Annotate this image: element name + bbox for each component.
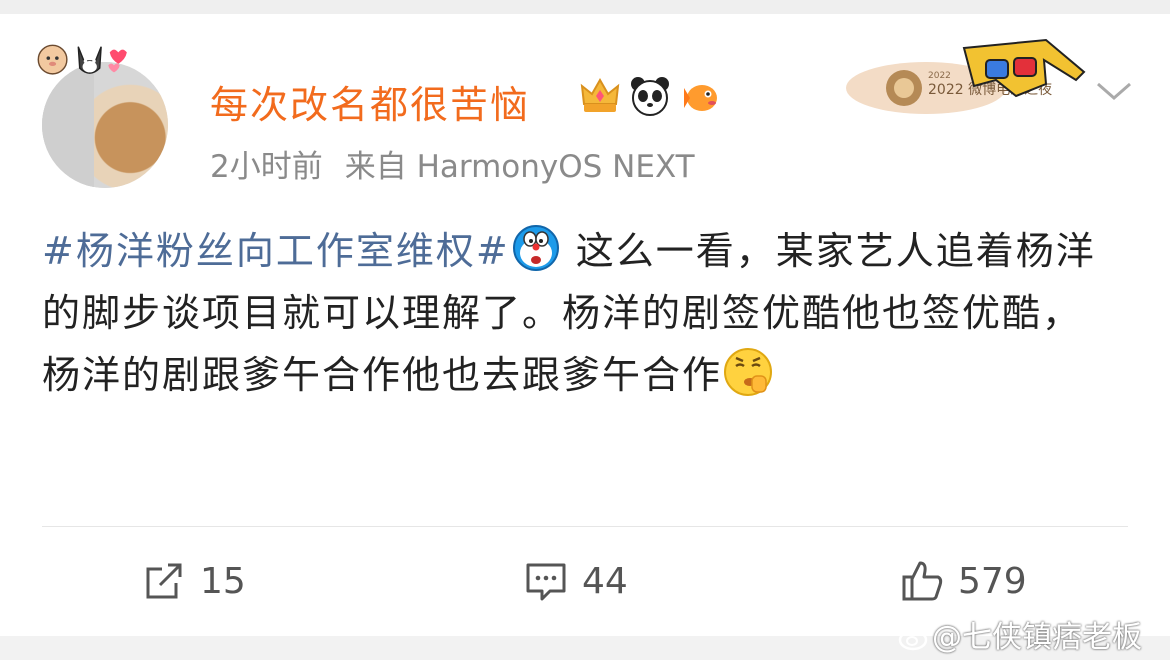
svg-text:2022: 2022	[928, 71, 951, 81]
avatar-sticker-icon	[37, 44, 127, 75]
username[interactable]: 每次改名都很苦恼	[210, 74, 530, 129]
panda-icon[interactable]	[628, 74, 672, 118]
watermark-text: @七侠镇痞老板	[932, 620, 1142, 655]
user-badges	[578, 74, 722, 118]
divider	[42, 526, 1128, 527]
repost-button[interactable]: 15	[142, 556, 246, 606]
doraemon-emoji-icon	[512, 225, 559, 271]
thumbs-up-icon	[902, 561, 943, 601]
post-source[interactable]: 来自 HarmonyOS NEXT	[345, 149, 695, 185]
comment-icon	[526, 563, 566, 601]
hashtag-link[interactable]: #杨洋粉丝向工作室维权#	[42, 229, 510, 273]
repost-icon	[146, 563, 182, 599]
crown-icon[interactable]	[578, 74, 622, 118]
comment-count: 44	[582, 560, 628, 602]
repost-count: 15	[200, 560, 246, 602]
watermark: @七侠镇痞老板	[898, 612, 1142, 656]
post-meta: 2小时前 来自 HarmonyOS NEXT	[210, 141, 695, 186]
post-time: 2小时前	[210, 149, 323, 185]
movie-night-badge-icon: 2022 2022 微博电影之夜	[846, 38, 1086, 114]
chevron-down-icon[interactable]	[1094, 76, 1134, 106]
like-button[interactable]: 579	[900, 556, 1027, 606]
shush-face-emoji-icon	[724, 348, 773, 396]
weibo-logo-icon	[898, 626, 932, 651]
post-content: #杨洋粉丝向工作室维权# 这么一看，某家艺人追着杨洋的脚步谈项目就可以理解了。杨…	[42, 220, 1102, 406]
like-count: 579	[958, 560, 1027, 602]
comment-button[interactable]: 44	[524, 556, 628, 606]
fish-icon[interactable]	[678, 74, 722, 118]
